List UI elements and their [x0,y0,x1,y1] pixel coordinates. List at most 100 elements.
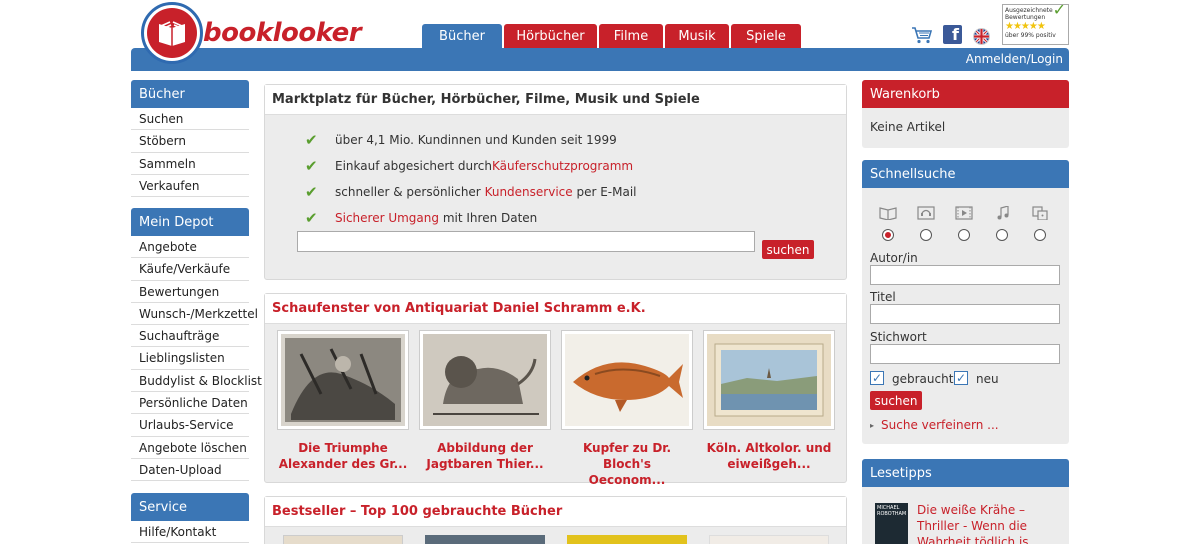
used-checkbox[interactable]: ✓ [870,371,884,385]
datenschutz-link[interactable]: Sicherer Umgang [335,211,439,225]
feature-item: ✔ schneller & persönlicher Kundenservice… [305,183,637,201]
nav-item-buddylist[interactable]: Buddylist & Blocklist [131,369,262,393]
music-icon [997,206,1009,220]
quicksearch-button[interactable]: suchen [870,391,922,410]
badge-stars: ★★★★★ [1005,21,1046,32]
showcase-panel: Schaufenster von Antiquariat Daniel Schr… [264,293,847,487]
nav-item-urlaubs-service[interactable]: Urlaubs-Service [131,414,249,437]
kaeuferschutz-link[interactable]: Käuferschutzprogramm [492,159,633,173]
showcase-title[interactable]: Schaufenster von Antiquariat Daniel Schr… [265,294,846,324]
product-title-line[interactable]: Kupfer zu Dr. Bloch's [561,440,693,472]
product-card[interactable]: Köln. Altkolor. und eiweißgeh... [703,330,835,472]
nav-item-persoenliche-daten[interactable]: Persönliche Daten [131,392,249,415]
kundenservice-link[interactable]: Kundenservice [485,185,573,199]
product-title[interactable]: Kupfer zu Dr. Bloch's Oeconom... [561,440,693,488]
nav-header-mein-depot[interactable]: Mein Depot [131,208,249,236]
nav-item-wunschzettel[interactable]: Wunsch-/Merkzettel [131,302,258,326]
bestseller-cover[interactable] [425,535,545,544]
type-radio-buecher[interactable] [882,229,894,241]
nav-item-bewertungen[interactable]: Bewertungen [131,280,249,303]
game-icon [1032,206,1048,220]
marketplace-panel: Marktplatz für Bücher, Hörbücher, Filme,… [264,84,847,280]
product-image[interactable] [419,330,551,430]
marketplace-title: Marktplatz für Bücher, Hörbücher, Filme,… [265,85,846,115]
bestseller-cover[interactable] [709,535,829,544]
product-title-line[interactable]: Die Triumphe [277,440,409,456]
rating-badge[interactable]: Ausgezeichnete Bewertungen ★★★★★ über 99… [1002,2,1069,45]
new-label[interactable]: neu [976,372,999,386]
product-title-line[interactable]: Köln. Altkolor. und [703,440,835,456]
cart-box: Warenkorb Keine Artikel [862,80,1069,148]
author-input[interactable] [870,265,1060,285]
cart-icon[interactable] [911,26,933,44]
cart-title[interactable]: Warenkorb [862,80,1069,108]
main-search-button[interactable]: suchen [762,240,814,259]
reading-tip-title[interactable]: Die weiße Krähe – Thriller - Wenn die Wa… [917,502,1062,544]
keyword-label: Stichwort [870,330,927,344]
nav-item-suchauftraege[interactable]: Suchaufträge [131,325,249,348]
type-radio-hoerbuecher[interactable] [920,229,932,241]
book-cover-author: MICHAEL ROBOTHAM [877,505,907,517]
product-title[interactable]: Abbildung der Jagtbaren Thier... [419,440,551,472]
bestseller-cover[interactable] [283,535,403,544]
keyword-input[interactable] [870,344,1060,364]
nav-header-service[interactable]: Service [131,493,249,521]
product-image[interactable] [703,330,835,430]
cart-empty-text: Keine Artikel [870,120,946,134]
facebook-icon[interactable]: f [943,25,962,44]
bestseller-title[interactable]: Bestseller – Top 100 gebrauchte Bücher [265,497,846,527]
feature-item: ✔ über 4,1 Mio. Kundinnen und Kunden sei… [305,131,617,149]
tab-buecher[interactable]: Bücher [422,24,502,48]
tab-musik[interactable]: Musik [665,24,729,48]
nav-section-service: Service Hilfe/Kontakt [131,493,249,544]
type-radio-spiele[interactable] [1034,229,1046,241]
nav-item-angebote[interactable]: Angebote [131,236,249,259]
bestseller-cover[interactable] [567,535,687,544]
feature-item: ✔ Einkauf abgesichert durch Käuferschutz… [305,157,633,175]
product-title-line[interactable]: Oeconom... [561,472,693,488]
nav-item-hilfe-kontakt[interactable]: Hilfe/Kontakt [131,521,249,544]
checkmark-icon: ✔ [305,157,318,175]
nav-item-daten-upload[interactable]: Daten-Upload [131,458,249,482]
product-title[interactable]: Köln. Altkolor. und eiweißgeh... [703,440,835,472]
product-card[interactable]: Die Triumphe Alexander des Gr... [277,330,409,472]
used-label[interactable]: gebraucht [892,372,953,386]
tab-spiele[interactable]: Spiele [731,24,801,48]
title-input[interactable] [870,304,1060,324]
nav-item-verkaufen[interactable]: Verkaufen [131,174,249,198]
login-link[interactable]: Anmelden/Login [966,52,1063,66]
top-bar: Anmelden/Login [131,48,1069,71]
product-image[interactable] [277,330,409,430]
quicksearch-title: Schnellsuche [862,160,1069,188]
nav-item-lieblingslisten[interactable]: Lieblingslisten [131,347,249,370]
type-radio-filme[interactable] [958,229,970,241]
booklooker-logo[interactable] [141,2,203,64]
reading-tips-title: Lesetipps [862,459,1069,487]
type-radio-musik[interactable] [996,229,1008,241]
refine-search-text[interactable]: Suche verfeinern ... [881,418,999,432]
refine-search-link[interactable]: ▸ Suche verfeinern ... [870,418,999,432]
product-card[interactable]: Abbildung der Jagtbaren Thier... [419,330,551,472]
brand-name[interactable]: booklooker [203,18,362,48]
product-title-line[interactable]: eiweißgeh... [703,456,835,472]
tab-filme[interactable]: Filme [599,24,663,48]
nav-header-buecher[interactable]: Bücher [131,80,249,108]
product-title-line[interactable]: Alexander des Gr... [277,456,409,472]
book-cover[interactable]: MICHAEL ROBOTHAM [875,503,908,544]
nav-item-suchen[interactable]: Suchen [131,108,249,131]
nav-item-sammeln[interactable]: Sammeln [131,152,249,175]
new-checkbox[interactable]: ✓ [954,371,968,385]
product-card[interactable]: Kupfer zu Dr. Bloch's Oeconom... [561,330,693,488]
uk-flag-icon[interactable] [973,28,990,45]
product-title-line[interactable]: Abbildung der [419,440,551,456]
product-title[interactable]: Die Triumphe Alexander des Gr... [277,440,409,472]
product-title-line[interactable]: Jagtbaren Thier... [419,456,551,472]
product-image[interactable] [561,330,693,430]
bestseller-panel: Bestseller – Top 100 gebrauchte Bücher [264,496,847,544]
nav-item-angebote-loeschen[interactable]: Angebote löschen [131,436,249,459]
quicksearch-box: Schnellsuche Autor/in Titel Stichwort ✓ … [862,160,1069,444]
tab-hoerbuecher[interactable]: Hörbücher [504,24,597,48]
nav-item-stoebern[interactable]: Stöbern [131,130,249,153]
main-search-input[interactable] [297,231,755,252]
nav-item-kaeufe-verkaeufe[interactable]: Käufe/Verkäufe [131,258,249,281]
